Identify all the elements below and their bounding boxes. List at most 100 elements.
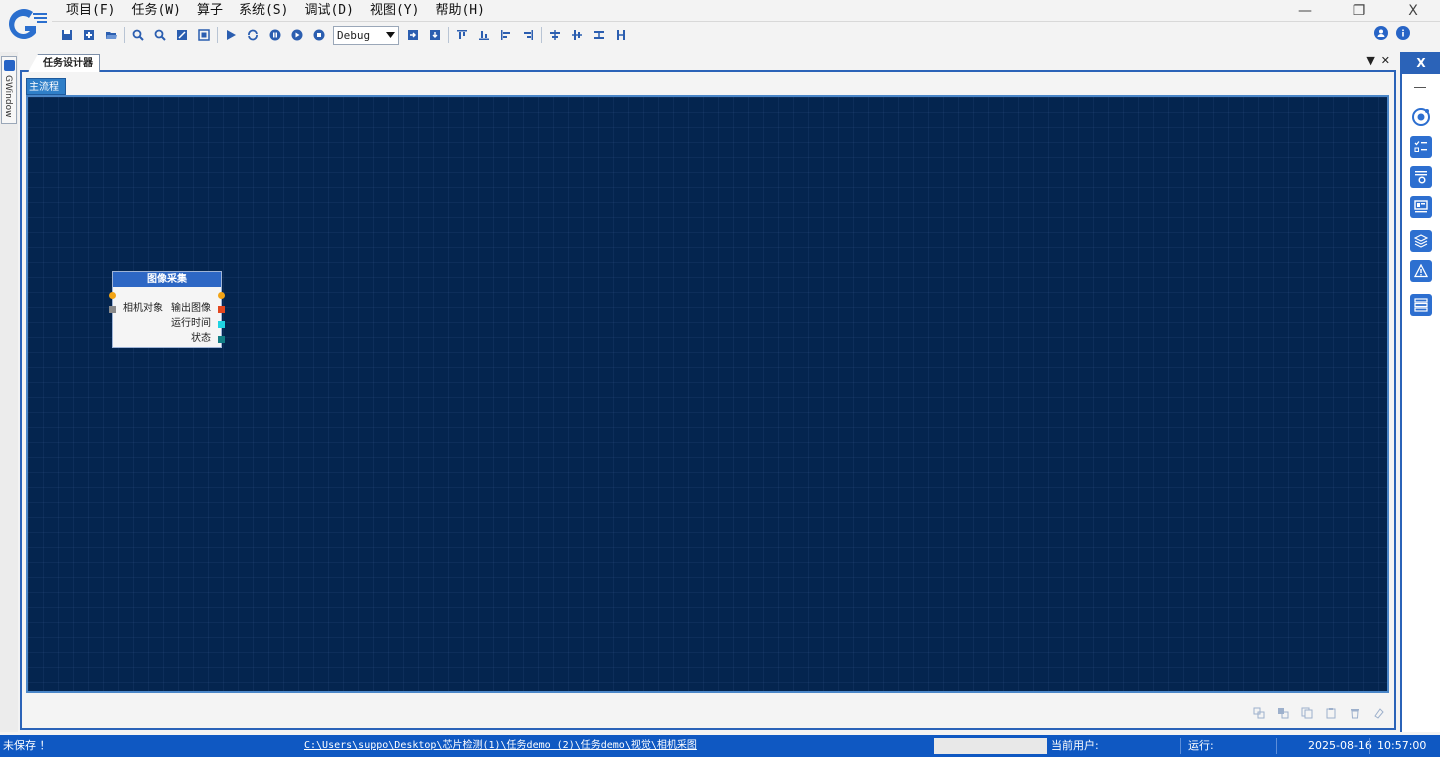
tab-list-dropdown[interactable]: ▼ (1366, 54, 1374, 67)
checklist-icon[interactable] (1410, 136, 1432, 158)
menu-operator[interactable]: 算子 (189, 0, 231, 22)
chevron-down-icon (386, 32, 395, 38)
mode-select-value: Debug (337, 28, 371, 42)
stop-icon[interactable] (308, 24, 330, 46)
run-icon[interactable] (220, 24, 242, 46)
copy-icon[interactable] (1299, 706, 1314, 720)
align-top-icon[interactable] (451, 24, 473, 46)
group-icon[interactable] (1251, 706, 1266, 720)
node-input-label: 相机对象 (123, 303, 163, 314)
info-icon[interactable] (1396, 26, 1410, 40)
document-tabstrip: 任务设计器 ▼ ✕ (20, 53, 1396, 72)
window-controls: — ❐ X (1278, 0, 1440, 22)
tab-main-flow[interactable]: 主流程 (26, 78, 66, 95)
left-dock (0, 52, 18, 732)
loop-run-icon[interactable] (242, 24, 264, 46)
settings-list-icon[interactable] (1410, 166, 1432, 188)
menu-system[interactable]: 系统(S) (231, 0, 296, 22)
user-icon[interactable] (1374, 26, 1388, 40)
gwindow-tab[interactable]: GWindow (1, 56, 17, 124)
step-icon[interactable] (286, 24, 308, 46)
toolbar-separator (448, 27, 449, 43)
status-bar: 未保存 ！ C:\Users\suppo\Desktop\芯片检测(1)\任务d… (0, 735, 1440, 757)
node-output-label: 输出图像 (171, 303, 211, 314)
app-window: 项目(F) 任务(W) 算子 系统(S) 调试(D) 视图(Y) 帮助(H) —… (0, 0, 1440, 757)
step-over-icon[interactable] (424, 24, 446, 46)
menu-bar: 项目(F) 任务(W) 算子 系统(S) 调试(D) 视图(Y) 帮助(H) (58, 0, 493, 22)
dock-close-button[interactable]: X (1402, 52, 1440, 74)
save-status: 未保存 ！ (3, 739, 51, 752)
toolbar-separator (541, 27, 542, 43)
menu-debug[interactable]: 调试(D) (296, 0, 361, 22)
node-trigger-in-port[interactable] (109, 292, 116, 299)
node-output-label: 运行时间 (171, 318, 211, 329)
output-port-status[interactable] (218, 336, 225, 343)
menu-view[interactable]: 视图(Y) (362, 0, 427, 22)
mode-select[interactable]: Debug (333, 25, 399, 45)
status-separator (1276, 738, 1277, 754)
save-icon[interactable] (56, 24, 78, 46)
menu-divider (52, 21, 1440, 22)
design-canvas[interactable] (26, 95, 1389, 693)
document-controls: ▼ ✕ (1366, 54, 1390, 67)
flow-tabstrip: 主流程 (26, 78, 66, 95)
menu-task[interactable]: 任务(W) (123, 0, 188, 22)
panel-layout-icon[interactable] (1410, 196, 1432, 218)
orbit-icon[interactable] (1410, 106, 1432, 128)
toolbar-separator (217, 27, 218, 43)
canvas-tools (1251, 706, 1386, 720)
status-time: 10:57:00 (1377, 739, 1427, 752)
dock-collapse-icon[interactable] (1414, 87, 1426, 88)
minimize-button[interactable]: — (1278, 0, 1332, 22)
warning-icon[interactable] (1410, 260, 1432, 282)
output-port-image[interactable] (218, 306, 225, 313)
app-logo (3, 6, 49, 46)
zoom-out-icon[interactable] (149, 24, 171, 46)
align-center-h-icon[interactable] (566, 24, 588, 46)
ungroup-icon[interactable] (1275, 706, 1290, 720)
align-center-v-icon[interactable] (544, 24, 566, 46)
toolbar: Debug (56, 24, 632, 46)
node-trigger-out-port[interactable] (218, 292, 225, 299)
pause-icon[interactable] (264, 24, 286, 46)
node-output-label: 状态 (191, 333, 211, 344)
align-bottom-icon[interactable] (473, 24, 495, 46)
close-button[interactable]: X (1386, 0, 1440, 22)
actual-size-icon[interactable] (193, 24, 215, 46)
align-right-icon[interactable] (517, 24, 539, 46)
project-path-link[interactable]: C:\Users\suppo\Desktop\芯片检测(1)\任务demo (2… (304, 735, 697, 757)
layers-icon[interactable] (1410, 230, 1432, 252)
gwindow-label: GWindow (3, 75, 13, 118)
close-document-button[interactable]: ✕ (1381, 54, 1390, 67)
clear-icon[interactable] (1371, 706, 1386, 720)
open-folder-icon[interactable] (100, 24, 122, 46)
status-separator (1180, 738, 1181, 754)
toolbar-right (1374, 26, 1410, 40)
user-field (934, 738, 1047, 754)
operator-node-image-acquisition[interactable]: 图像采集 相机对象 输出图像 运行时间 状态 (109, 271, 225, 348)
current-user-label: 当前用户: (1051, 739, 1099, 752)
tab-task-designer[interactable]: 任务设计器 (28, 54, 100, 72)
delete-icon[interactable] (1347, 706, 1362, 720)
distribute-h-icon[interactable] (610, 24, 632, 46)
new-file-icon[interactable] (78, 24, 100, 46)
menu-project[interactable]: 项目(F) (58, 0, 123, 22)
gwindow-logo-icon (4, 60, 15, 71)
node-title: 图像采集 (113, 272, 221, 287)
restore-button[interactable]: ❐ (1332, 0, 1386, 22)
output-port-runtime[interactable] (218, 321, 225, 328)
status-separator (1369, 738, 1370, 754)
toolbar-separator (124, 27, 125, 43)
status-date: 2025-08-16 (1308, 739, 1372, 752)
zoom-in-icon[interactable] (127, 24, 149, 46)
paste-icon[interactable] (1323, 706, 1338, 720)
right-dock: X (1400, 52, 1440, 732)
step-into-icon[interactable] (402, 24, 424, 46)
flow-list-icon[interactable] (1410, 294, 1432, 316)
fit-view-icon[interactable] (171, 24, 193, 46)
distribute-v-icon[interactable] (588, 24, 610, 46)
run-label: 运行: (1188, 739, 1214, 752)
align-left-icon[interactable] (495, 24, 517, 46)
menu-help[interactable]: 帮助(H) (427, 0, 492, 22)
input-port-camera[interactable] (109, 306, 116, 313)
